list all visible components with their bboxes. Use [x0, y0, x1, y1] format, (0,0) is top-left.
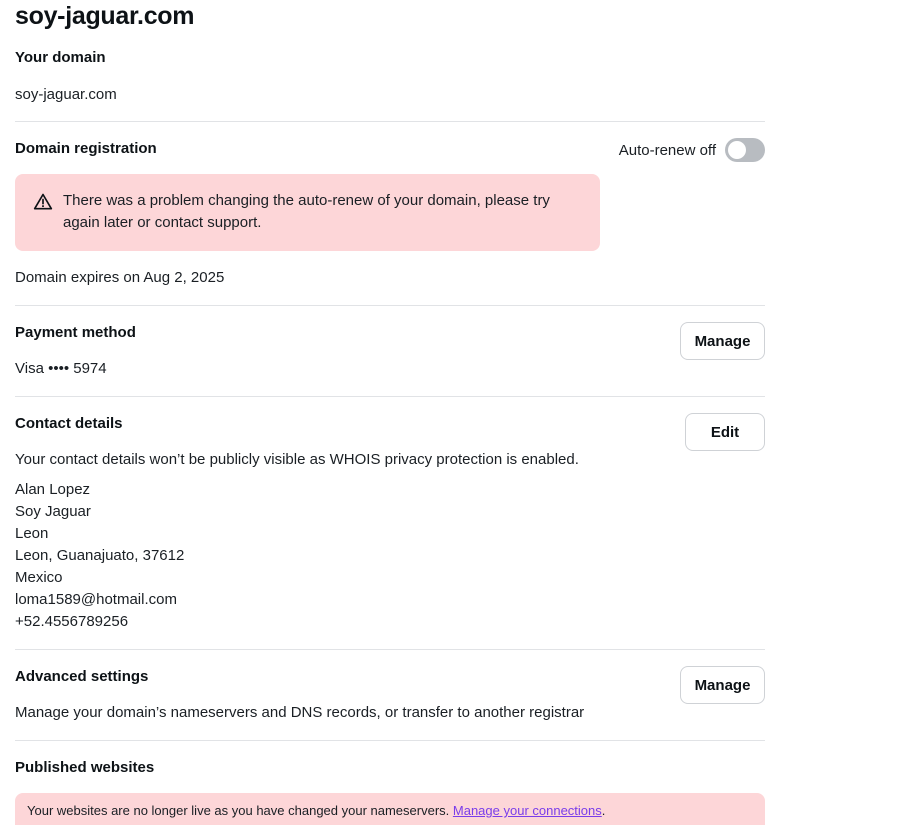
contact-region: Leon, Guanajuato, 37612	[15, 547, 185, 564]
divider	[15, 121, 765, 122]
banner-suffix: .	[601, 803, 606, 818]
auto-renew-control: Auto-renew off	[619, 138, 765, 162]
nameserver-warning-banner: Your websites are no longer live as you …	[15, 793, 765, 825]
divider	[15, 649, 765, 650]
divider	[15, 740, 765, 741]
page-title: soy-jaguar.com	[15, 2, 195, 30]
advanced-settings-description: Manage your domain’s nameservers and DNS…	[15, 704, 585, 721]
your-domain-value: soy-jaguar.com	[15, 86, 117, 103]
contact-phone: +52.4556789256	[15, 613, 129, 630]
advanced-manage-button[interactable]: Manage	[680, 666, 765, 704]
published-websites-heading: Published websites	[15, 759, 155, 776]
banner-text: Your websites are no longer live as you …	[27, 803, 453, 818]
contact-details-heading: Contact details	[15, 415, 123, 432]
contact-name: Alan Lopez	[15, 481, 91, 498]
privacy-note: Your contact details won’t be publicly v…	[15, 451, 579, 468]
contact-country: Mexico	[15, 569, 63, 586]
auto-renew-label: Auto-renew off	[618, 141, 716, 159]
domain-expiry-text: Domain expires on Aug 2, 2025	[15, 269, 225, 286]
payment-card-text: Visa •••• 5974	[15, 360, 107, 377]
contact-city: Leon	[15, 525, 49, 542]
divider	[15, 305, 765, 306]
contact-address-block: Alan Lopez Soy Jaguar Leon Leon, Guanaju…	[15, 479, 184, 633]
domain-settings-page: soy-jaguar.com Your domain soy-jaguar.co…	[0, 0, 907, 825]
alert-message: There was a problem changing the auto-re…	[63, 192, 550, 231]
divider	[15, 396, 765, 397]
payment-manage-button[interactable]: Manage	[680, 322, 765, 360]
auto-renew-toggle[interactable]	[725, 138, 765, 162]
your-domain-heading: Your domain	[15, 49, 106, 66]
payment-method-heading: Payment method	[15, 324, 136, 341]
auto-renew-error-alert: There was a problem changing the auto-re…	[15, 174, 600, 251]
contact-email: loma1589@hotmail.com	[15, 591, 177, 608]
toggle-knob	[728, 141, 746, 159]
contact-organization: Soy Jaguar	[15, 503, 91, 520]
warning-triangle-icon	[33, 193, 53, 210]
manage-connections-link[interactable]: Manage your connections	[453, 803, 602, 818]
advanced-settings-heading: Advanced settings	[15, 668, 149, 685]
domain-registration-heading: Domain registration	[15, 140, 157, 157]
contact-edit-button[interactable]: Edit	[685, 413, 765, 451]
